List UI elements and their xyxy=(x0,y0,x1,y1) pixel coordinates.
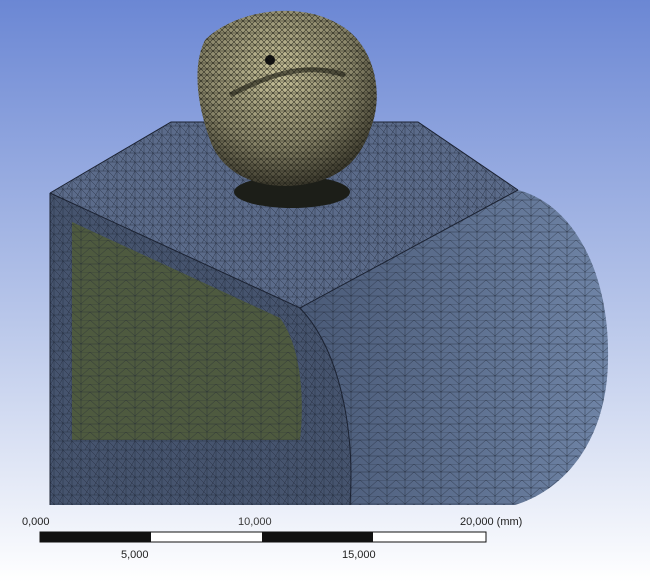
scale-label-15: 15,000 xyxy=(342,549,376,561)
scale-bar-segment xyxy=(40,532,151,542)
scale-label-20: 20,000 (mm) xyxy=(460,516,522,528)
scale-label-20-value: 20,000 xyxy=(460,516,494,528)
scale-unit: (mm) xyxy=(496,516,523,528)
scale-bar-segment xyxy=(262,532,373,542)
scale-bar xyxy=(39,531,487,543)
scale-label-0: 0,000 xyxy=(22,516,50,528)
mesh-render xyxy=(0,0,650,582)
tooth-crown xyxy=(197,10,377,186)
scale-label-5: 5,000 xyxy=(121,549,149,561)
scale-label-10: 10,000 xyxy=(238,516,272,528)
graphics-viewport[interactable]: 0,000 10,000 20,000 (mm) 5,000 15,000 xyxy=(0,0,650,582)
